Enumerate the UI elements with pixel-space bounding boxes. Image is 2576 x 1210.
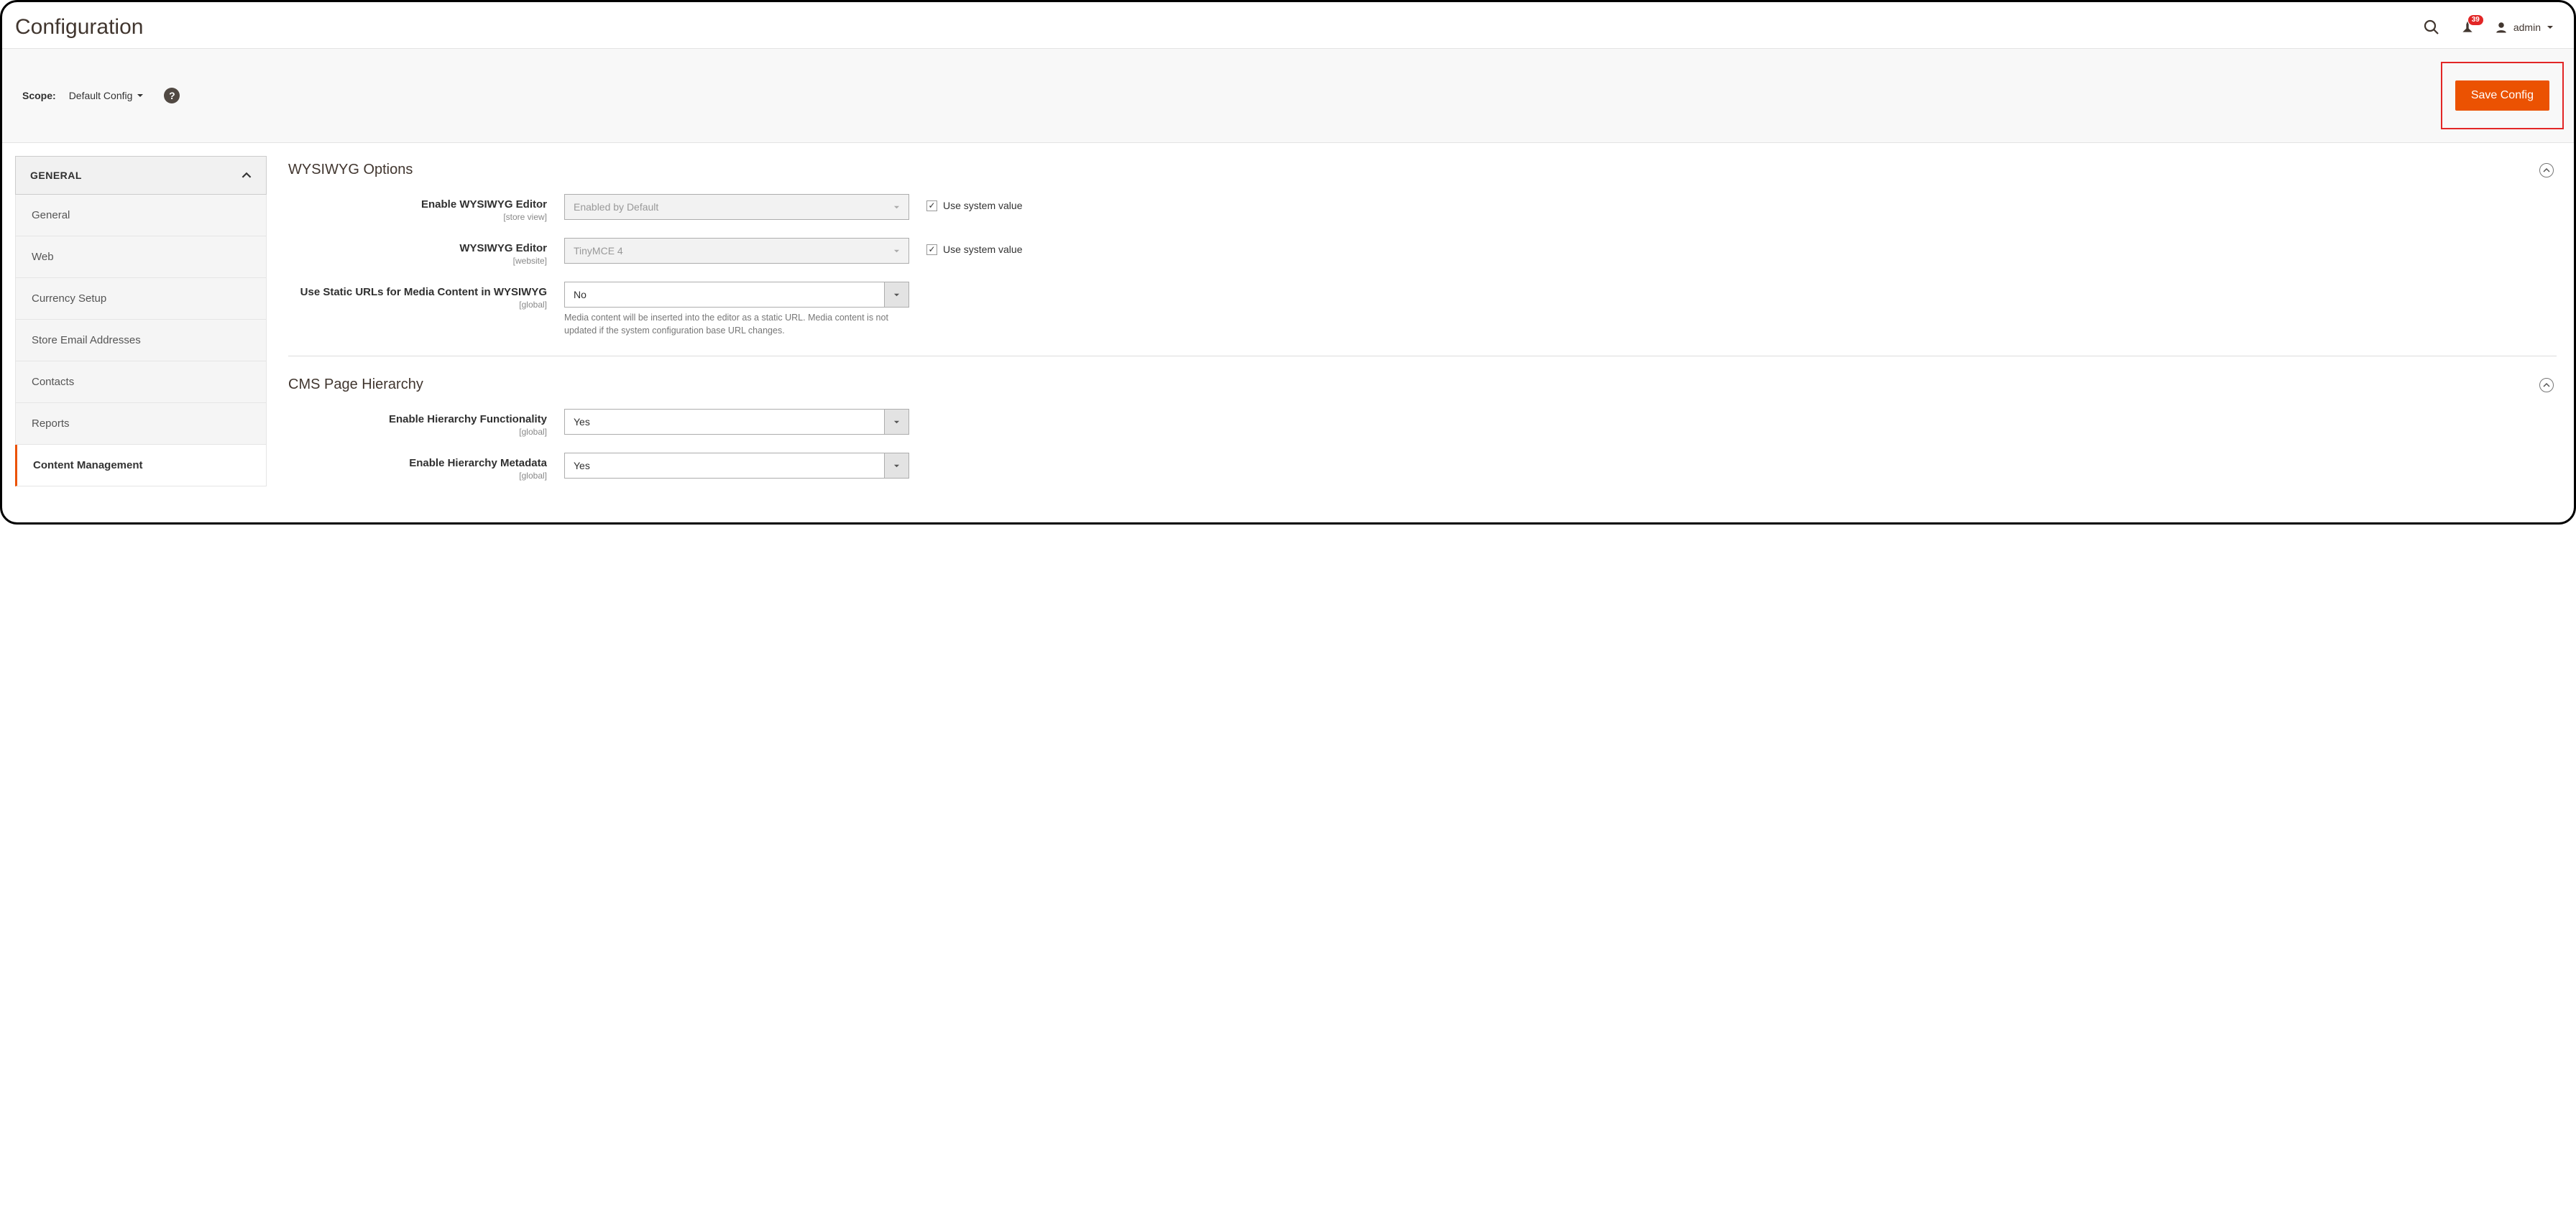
sidebar-item-content-management[interactable]: Content Management [15, 445, 267, 486]
sidebar-item-label: Reports [32, 417, 70, 430]
collapse-icon [2539, 163, 2554, 177]
use-system-value-label: Use system value [943, 244, 1022, 255]
username-label: admin [2513, 22, 2541, 33]
caret-down-icon [137, 92, 144, 99]
sidebar-item-currency-setup[interactable]: Currency Setup [15, 278, 267, 320]
page-title: Configuration [15, 15, 143, 40]
enable-hierarchy-select[interactable]: Yes [564, 409, 909, 435]
sidebar-item-contacts[interactable]: Contacts [15, 361, 267, 403]
collapse-icon [2539, 378, 2554, 392]
caret-down-icon [884, 410, 908, 434]
field-label: Use Static URLs for Media Content in WYS… [300, 286, 547, 298]
use-system-value-checkbox[interactable] [926, 244, 937, 255]
sidebar-item-label: Contacts [32, 376, 74, 388]
sidebar-group-general[interactable]: GENERAL [15, 156, 267, 195]
scope-selector[interactable]: Default Config [68, 87, 146, 104]
sidebar-item-reports[interactable]: Reports [15, 403, 267, 445]
notifications-icon[interactable]: 39 [2460, 19, 2475, 35]
field-note: Media content will be inserted into the … [564, 312, 909, 337]
sidebar-item-label: General [32, 209, 70, 221]
select-value: Enabled by Default [574, 201, 658, 213]
sidebar-item-store-email[interactable]: Store Email Addresses [15, 320, 267, 361]
field-scope: [global] [288, 427, 547, 437]
section-title: CMS Page Hierarchy [288, 377, 423, 393]
field-scope: [store view] [288, 212, 547, 222]
search-icon[interactable] [2423, 19, 2440, 36]
caret-down-icon [884, 453, 908, 478]
field-label: WYSIWYG Editor [459, 242, 547, 254]
help-icon[interactable]: ? [164, 88, 180, 103]
sidebar-item-web[interactable]: Web [15, 236, 267, 278]
field-scope: [global] [288, 471, 547, 481]
scope-value: Default Config [69, 90, 133, 101]
select-value: Yes [574, 416, 590, 428]
static-urls-select[interactable]: No [564, 282, 909, 308]
field-scope: [website] [288, 256, 547, 266]
scope-label: Scope: [22, 90, 56, 101]
select-value: TinyMCE 4 [574, 245, 623, 257]
save-config-button[interactable]: Save Config [2455, 80, 2549, 111]
caret-down-icon [884, 282, 908, 307]
user-icon [2495, 21, 2508, 34]
caret-down-icon [2547, 24, 2554, 31]
sidebar-group-label: GENERAL [30, 170, 82, 181]
use-system-value-checkbox[interactable] [926, 200, 937, 211]
save-highlight-box: Save Config [2441, 62, 2564, 129]
section-cms-hierarchy-header[interactable]: CMS Page Hierarchy [288, 371, 2557, 409]
select-value: No [574, 289, 586, 300]
field-label: Enable Hierarchy Functionality [389, 413, 547, 425]
sidebar-item-general[interactable]: General [15, 195, 267, 236]
field-scope: [global] [288, 300, 547, 310]
section-title: WYSIWYG Options [288, 162, 413, 178]
select-value: Yes [574, 460, 590, 471]
enable-hierarchy-metadata-select[interactable]: Yes [564, 453, 909, 479]
caret-down-icon [884, 195, 908, 219]
field-label: Enable Hierarchy Metadata [409, 457, 547, 469]
sidebar-item-label: Store Email Addresses [32, 334, 141, 346]
sidebar-item-label: Currency Setup [32, 292, 106, 305]
notification-badge: 39 [2468, 15, 2483, 25]
chevron-up-icon [242, 170, 252, 180]
section-wysiwyg-options-header[interactable]: WYSIWYG Options [288, 156, 2557, 194]
enable-wysiwyg-select: Enabled by Default [564, 194, 909, 220]
sidebar-item-label: Web [32, 251, 54, 263]
use-system-value-label: Use system value [943, 200, 1022, 211]
caret-down-icon [884, 239, 908, 263]
field-label: Enable WYSIWYG Editor [421, 198, 547, 211]
sidebar-item-label: Content Management [33, 459, 143, 471]
wysiwyg-editor-select: TinyMCE 4 [564, 238, 909, 264]
user-menu[interactable]: admin [2495, 21, 2554, 34]
